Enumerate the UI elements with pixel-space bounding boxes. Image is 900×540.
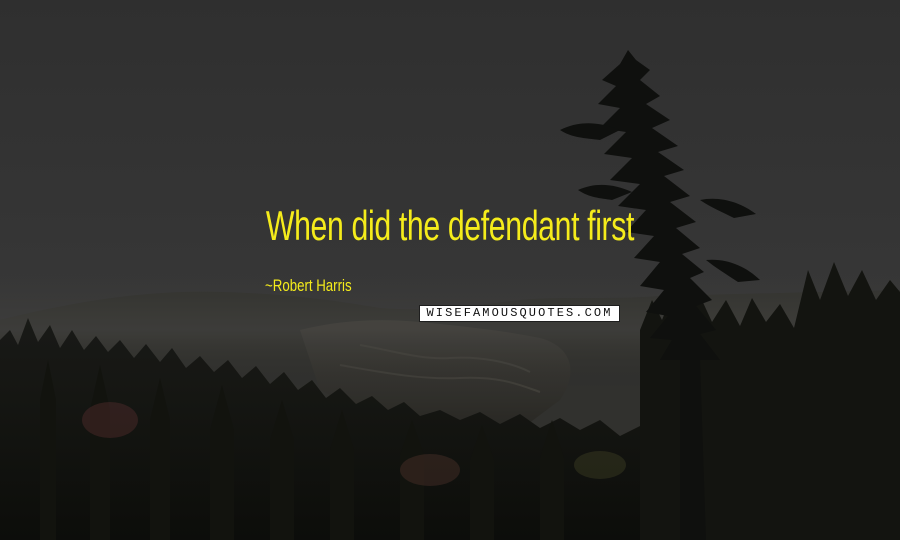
author-dash: ~: [265, 276, 273, 295]
author-name: Robert Harris: [272, 276, 352, 295]
watermark-badge: WISEFAMOUSQUOTES.COM: [419, 305, 620, 322]
background-photo: [0, 0, 900, 540]
watermark-text: WISEFAMOUSQUOTES.COM: [426, 306, 613, 320]
quote-author: ~Robert Harris: [265, 276, 352, 296]
quote-text: When did the defendant first: [265, 202, 635, 249]
